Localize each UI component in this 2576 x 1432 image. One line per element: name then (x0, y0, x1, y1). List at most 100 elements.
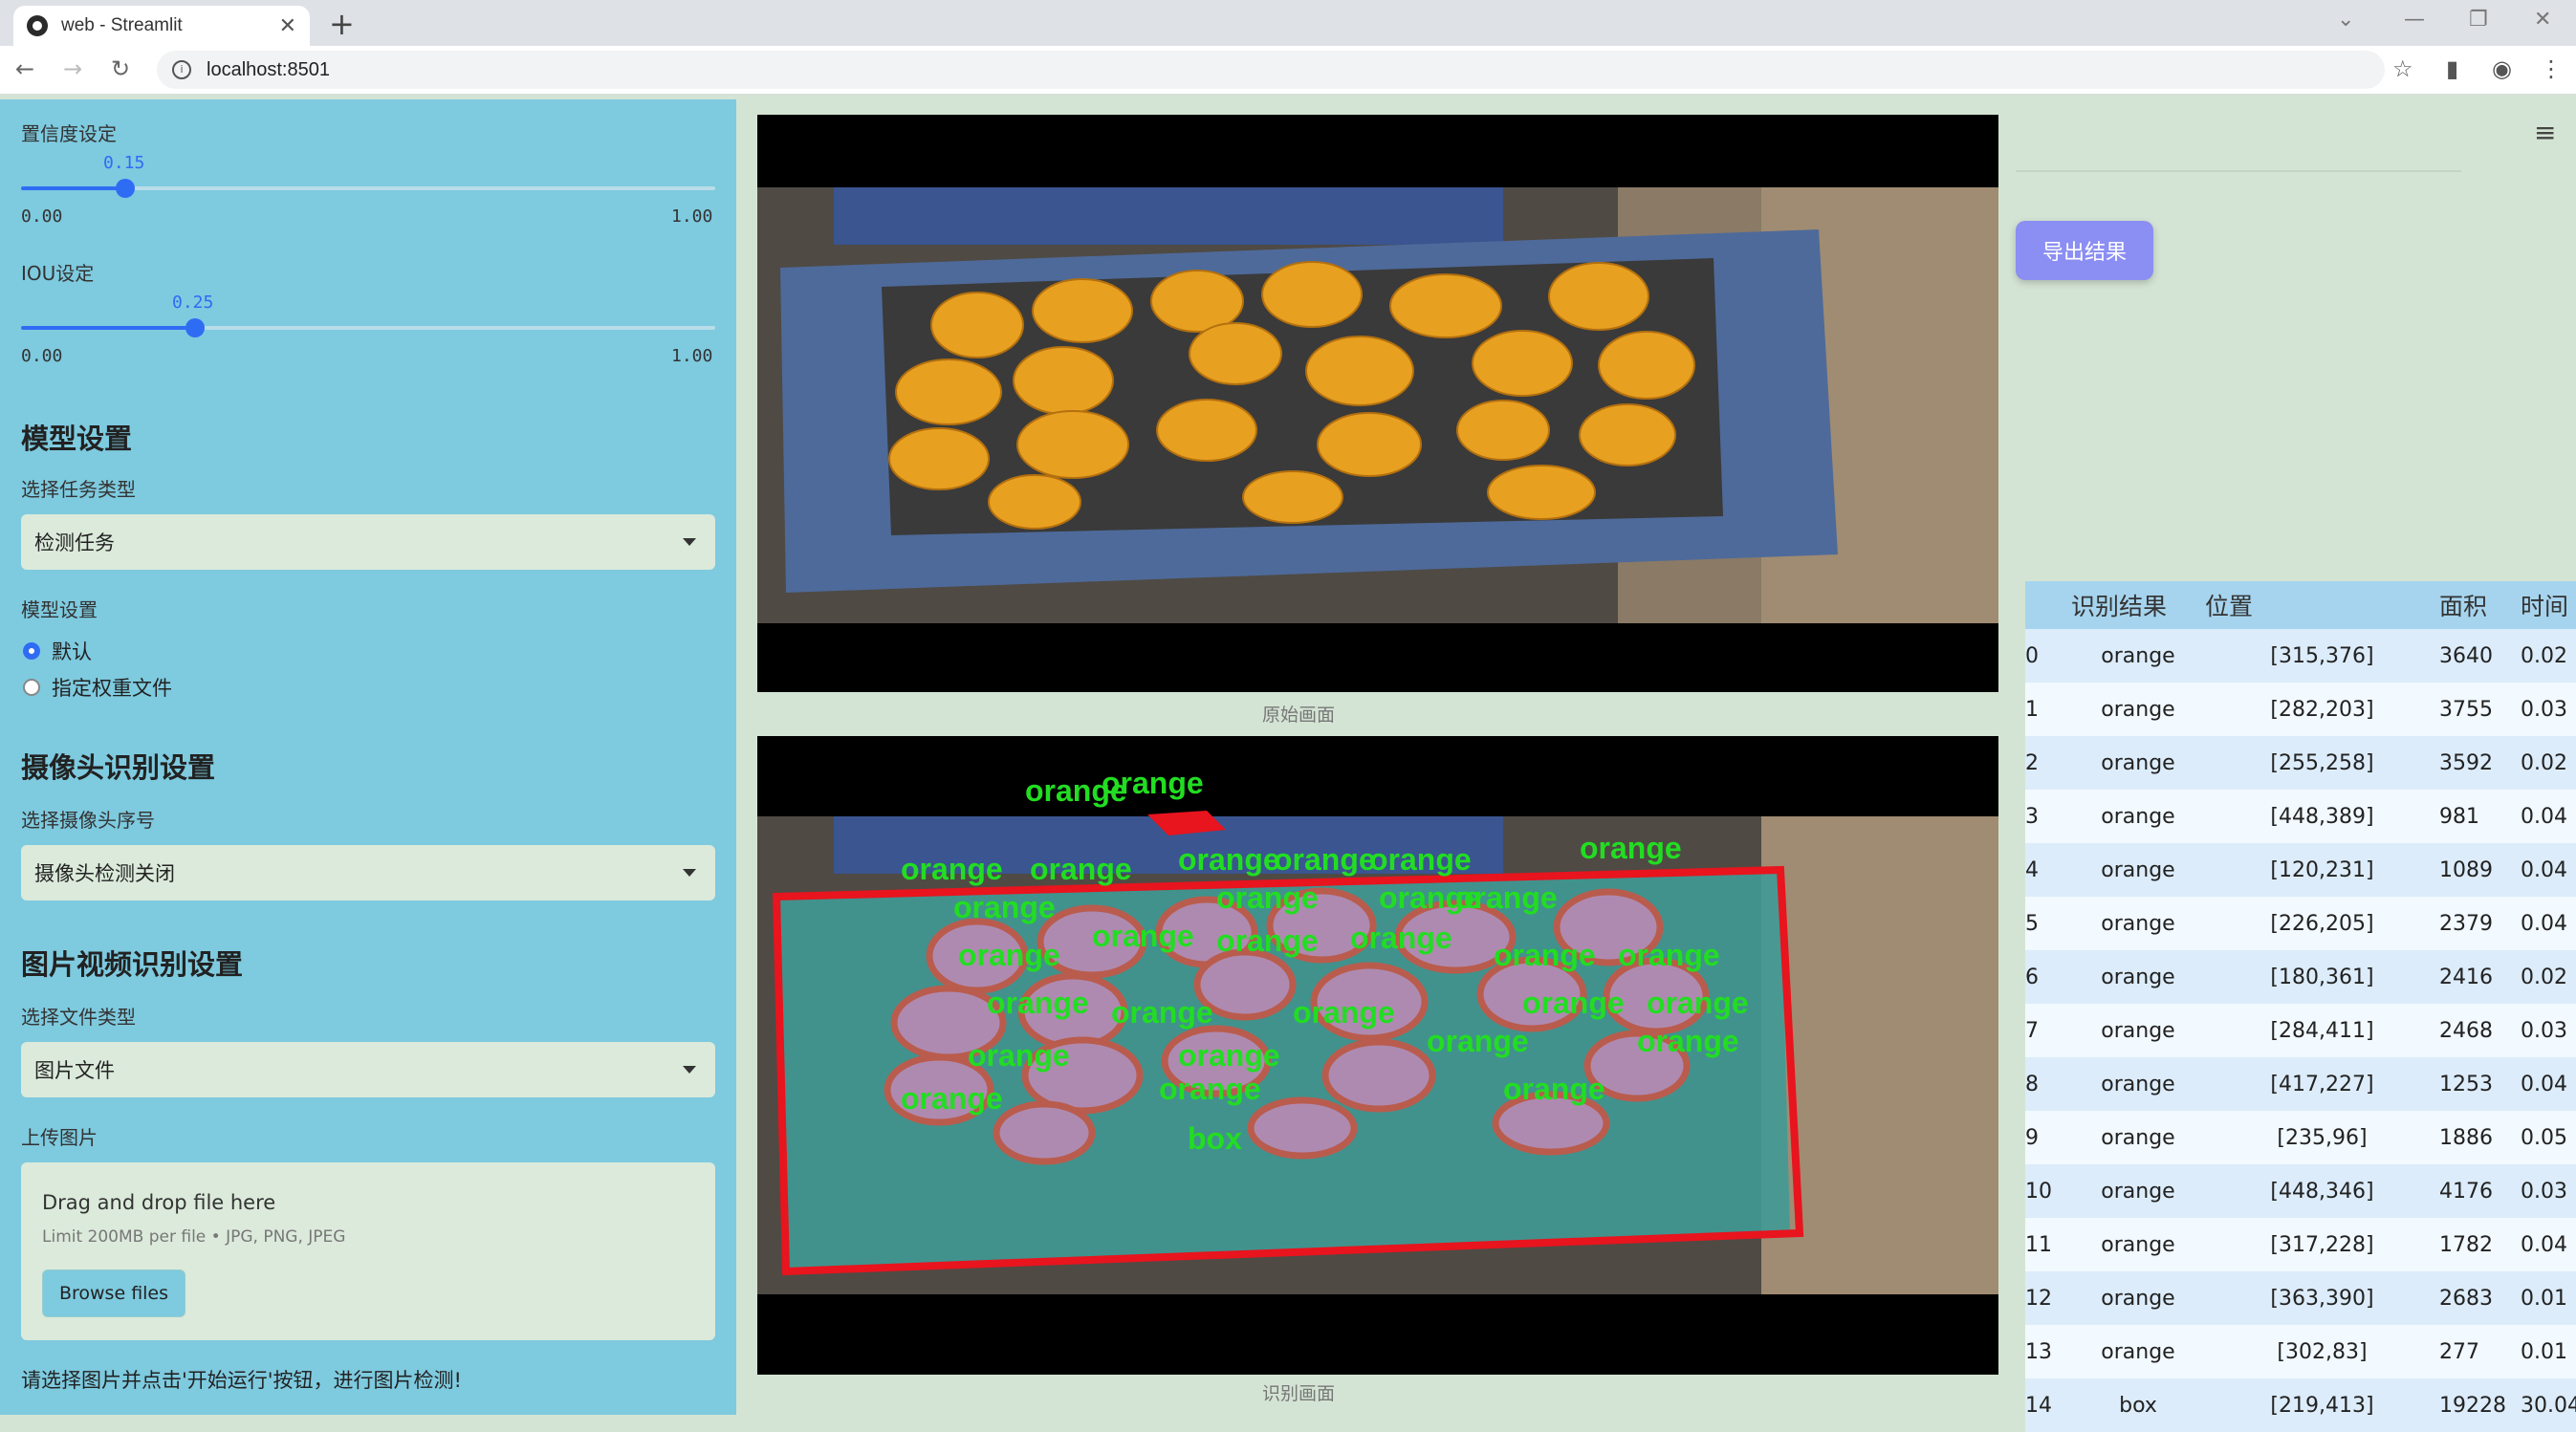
hamburger-menu-icon[interactable]: ≡ (2534, 117, 2556, 148)
streamlit-favicon-icon (27, 15, 48, 36)
table-row[interactable]: 12 orange [363,390] 2683 0.01 (2025, 1271, 2576, 1325)
row-index: 3 (2025, 790, 2071, 843)
detection-label: orange (1522, 986, 1625, 1020)
minimize-icon[interactable]: — (2404, 8, 2425, 32)
camera-index-select[interactable]: 摄像头检测关闭 (21, 845, 715, 900)
detection-label: orange (1350, 921, 1452, 955)
row-index: 0 (2025, 629, 2071, 683)
confidence-min: 0.00 (21, 206, 63, 227)
detection-label: orange (1293, 995, 1395, 1030)
table-row[interactable]: 14 box [219,413] 19228 30.04 (2025, 1378, 2576, 1432)
table-row[interactable]: 4 orange [120,231] 1089 0.04 (2025, 843, 2576, 897)
row-area: 2379 (2439, 897, 2521, 950)
row-time: 0.03 (2521, 683, 2576, 736)
table-row[interactable]: 8 orange [417,227] 1253 0.04 (2025, 1057, 2576, 1111)
row-position: [235,96] (2205, 1111, 2439, 1164)
reload-icon[interactable]: ↻ (111, 55, 130, 82)
row-area: 1089 (2439, 843, 2521, 897)
radio-default[interactable]: 默认 (23, 637, 92, 665)
bookmark-star-icon[interactable]: ☆ (2392, 55, 2413, 82)
upload-drag-text: Drag and drop file here (42, 1191, 276, 1214)
row-area: 3592 (2439, 736, 2521, 790)
column-header-position[interactable]: 位置 (2205, 581, 2439, 629)
camera-index-label: 选择摄像头序号 (21, 809, 155, 832)
model-section-heading: 模型设置 (21, 423, 133, 455)
row-result: orange (2071, 843, 2205, 897)
row-result: orange (2071, 790, 2205, 843)
detection-label: orange (1274, 842, 1376, 877)
column-header-index[interactable] (2025, 581, 2071, 629)
table-row[interactable]: 5 orange [226,205] 2379 0.04 (2025, 897, 2576, 950)
row-area: 3640 (2439, 629, 2521, 683)
column-header-result[interactable]: 识别结果 (2071, 581, 2205, 629)
url-text: localhost:8501 (207, 58, 330, 80)
new-tab-icon[interactable]: + (329, 6, 355, 42)
table-row[interactable]: 6 orange [180,361] 2416 0.02 (2025, 950, 2576, 1004)
chevron-down-icon (683, 538, 696, 546)
radio-custom-weights[interactable]: 指定权重文件 (23, 673, 172, 702)
browser-tab[interactable]: web - Streamlit ✕ (13, 6, 310, 46)
row-time: 0.02 (2521, 950, 2576, 1004)
table-row[interactable]: 10 orange [448,346] 4176 0.03 (2025, 1164, 2576, 1218)
row-index: 8 (2025, 1057, 2071, 1111)
back-icon[interactable]: ← (15, 55, 34, 82)
original-caption: 原始画面 (1262, 705, 1336, 726)
confidence-slider-thumb[interactable] (115, 179, 135, 198)
url-field[interactable]: i localhost:8501 (157, 51, 2385, 89)
browse-files-button[interactable]: Browse files (42, 1269, 186, 1317)
table-row[interactable]: 7 orange [284,411] 2468 0.03 (2025, 1004, 2576, 1057)
row-index: 14 (2025, 1378, 2071, 1432)
close-window-icon[interactable]: ✕ (2534, 8, 2551, 32)
info-icon[interactable]: i (172, 60, 191, 79)
row-result: orange (2071, 1164, 2205, 1218)
row-time: 0.04 (2521, 790, 2576, 843)
table-row[interactable]: 1 orange [282,203] 3755 0.03 (2025, 683, 2576, 736)
row-time: 0.04 (2521, 1057, 2576, 1111)
table-row[interactable]: 13 orange [302,83] 277 0.01 (2025, 1325, 2576, 1378)
profile-avatar-icon[interactable]: ◉ (2492, 55, 2512, 82)
detection-label: orange (1092, 919, 1194, 953)
detection-label: orange (1159, 1072, 1261, 1106)
iou-slider-thumb[interactable] (185, 318, 205, 337)
iou-max: 1.00 (671, 346, 713, 366)
row-area: 3755 (2439, 683, 2521, 736)
file-type-select[interactable]: 图片文件 (21, 1042, 715, 1097)
iou-slider-fill (21, 326, 195, 330)
row-area: 981 (2439, 790, 2521, 843)
table-row[interactable]: 9 orange [235,96] 1886 0.05 (2025, 1111, 2576, 1164)
table-row[interactable]: 0 orange [315,376] 3640 0.02 (2025, 629, 2576, 683)
file-uploader-dropzone[interactable]: Drag and drop file here Limit 200MB per … (21, 1162, 715, 1340)
row-position: [120,231] (2205, 843, 2439, 897)
table-row[interactable]: 11 orange [317,228] 1782 0.04 (2025, 1218, 2576, 1271)
restore-icon[interactable]: ❐ (2469, 8, 2488, 32)
results-table: 识别结果 位置 面积 时间 0 orange [315,376] 3640 0.02 1 o… (2025, 581, 2576, 1432)
row-time: 0.01 (2521, 1271, 2576, 1325)
row-position: [417,227] (2205, 1057, 2439, 1111)
row-position: [448,346] (2205, 1164, 2439, 1218)
detection-label: orange (1102, 766, 1204, 800)
task-type-value: 检测任务 (34, 532, 115, 554)
tab-title: web - Streamlit (61, 15, 183, 35)
task-type-select[interactable]: 检测任务 (21, 514, 715, 570)
forward-icon[interactable]: → (63, 55, 82, 82)
address-bar: ← → ↻ i localhost:8501 ☆ ▮ ◉ ⋮ (0, 46, 2576, 95)
detection-label: orange (901, 852, 1003, 886)
confidence-slider[interactable] (21, 179, 715, 198)
row-area: 2468 (2439, 1004, 2521, 1057)
table-row[interactable]: 3 orange [448,389] 981 0.04 (2025, 790, 2576, 843)
column-header-area[interactable]: 面积 (2439, 581, 2521, 629)
row-index: 12 (2025, 1271, 2071, 1325)
browser-menu-icon[interactable]: ⋮ (2540, 55, 2563, 82)
side-panel-icon[interactable]: ▮ (2446, 55, 2458, 82)
iou-slider[interactable] (21, 318, 715, 337)
row-area: 277 (2439, 1325, 2521, 1378)
export-results-button[interactable]: 导出结果 (2016, 221, 2153, 280)
table-row[interactable]: 2 orange [255,258] 3592 0.02 (2025, 736, 2576, 790)
chevron-down-icon[interactable]: ⌄ (2337, 8, 2354, 32)
close-tab-icon[interactable]: ✕ (279, 14, 296, 38)
row-position: [448,389] (2205, 790, 2439, 843)
detection-label: orange (1216, 923, 1319, 958)
column-header-time[interactable]: 时间 (2521, 581, 2576, 629)
model-setting-label: 模型设置 (21, 598, 98, 621)
camera-index-value: 摄像头检测关闭 (34, 862, 175, 885)
